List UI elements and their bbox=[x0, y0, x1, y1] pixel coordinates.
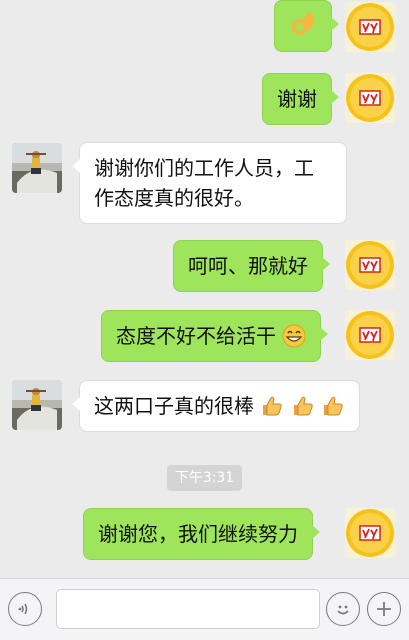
contact-photo-icon bbox=[12, 143, 62, 193]
my-avatar[interactable] bbox=[345, 508, 395, 558]
more-button[interactable] bbox=[367, 592, 401, 626]
my-avatar[interactable] bbox=[345, 310, 395, 360]
hy-logo-icon bbox=[345, 508, 395, 558]
message-bubble-sent[interactable] bbox=[274, 0, 339, 52]
message-bubble-sent[interactable]: 呵呵、那就好 bbox=[173, 240, 330, 292]
my-avatar[interactable] bbox=[345, 240, 395, 290]
message-bubble-sent[interactable]: 谢谢您，我们继续努力 bbox=[83, 508, 320, 560]
thumbs-up-icon bbox=[321, 394, 345, 418]
message-text: 谢谢 bbox=[277, 87, 317, 111]
thumbs-up-icon bbox=[291, 394, 315, 418]
grinning-face-emoji-icon bbox=[282, 324, 306, 347]
hy-logo-icon bbox=[345, 240, 395, 290]
contact-avatar[interactable] bbox=[12, 143, 62, 193]
message-bubble-received[interactable]: 这两口子真的很棒 bbox=[71, 380, 361, 432]
emoji-icon bbox=[337, 605, 349, 615]
ok-hand-emoji-icon bbox=[292, 12, 315, 35]
emoji-button[interactable] bbox=[326, 592, 360, 626]
hy-logo-icon bbox=[345, 73, 395, 123]
message-bubble-received[interactable]: 谢谢你们的工作人员，工作态度真的很好。 bbox=[72, 142, 347, 224]
input-bar bbox=[0, 578, 409, 640]
message-text: 态度不好不给活干 bbox=[116, 324, 276, 348]
contact-avatar[interactable] bbox=[12, 380, 62, 430]
my-avatar[interactable] bbox=[345, 2, 395, 52]
contact-photo-icon bbox=[12, 380, 62, 430]
message-input[interactable] bbox=[56, 589, 320, 629]
timestamp-badge: 下午3:31 bbox=[167, 465, 242, 491]
chat-area[interactable]: 谢谢 谢谢你们的工作人员，工作态度真的很好。 呵呵、那就好 态度不好不给活干 这… bbox=[0, 0, 409, 578]
voice-button[interactable] bbox=[8, 592, 42, 626]
thumbs-up-icon bbox=[260, 394, 284, 418]
hy-logo-icon bbox=[345, 310, 395, 360]
message-bubble-sent[interactable]: 态度不好不给活干 bbox=[101, 310, 329, 362]
message-bubble-sent[interactable]: 谢谢 bbox=[262, 73, 339, 125]
plus-icon bbox=[377, 602, 391, 616]
voice-icon bbox=[18, 603, 28, 615]
my-avatar[interactable] bbox=[345, 73, 395, 123]
message-text: 呵呵、那就好 bbox=[188, 254, 308, 278]
message-text: 谢谢你们的工作人员，工作态度真的很好。 bbox=[94, 156, 314, 210]
message-text: 谢谢您，我们继续努力 bbox=[98, 522, 298, 546]
hy-logo-icon bbox=[345, 2, 395, 52]
message-text: 这两口子真的很棒 bbox=[94, 394, 254, 418]
